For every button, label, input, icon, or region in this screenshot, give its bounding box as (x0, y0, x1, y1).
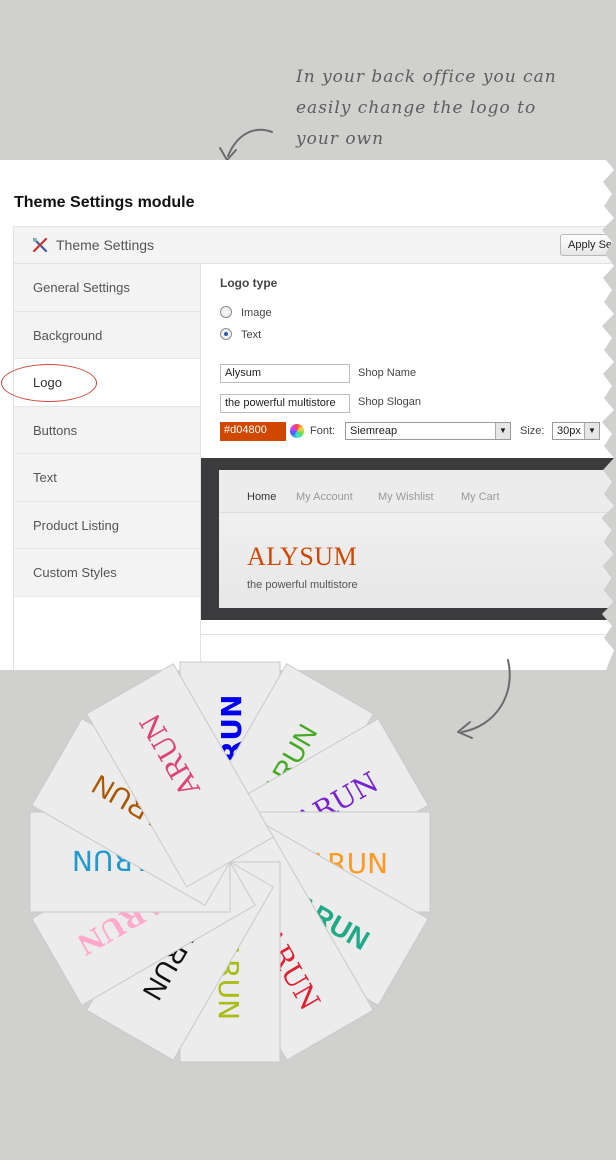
logo-samples-fan: ARUN ARUNARUNARUNARUNARUNARUNARUNARUNARUN… (29, 661, 431, 1063)
